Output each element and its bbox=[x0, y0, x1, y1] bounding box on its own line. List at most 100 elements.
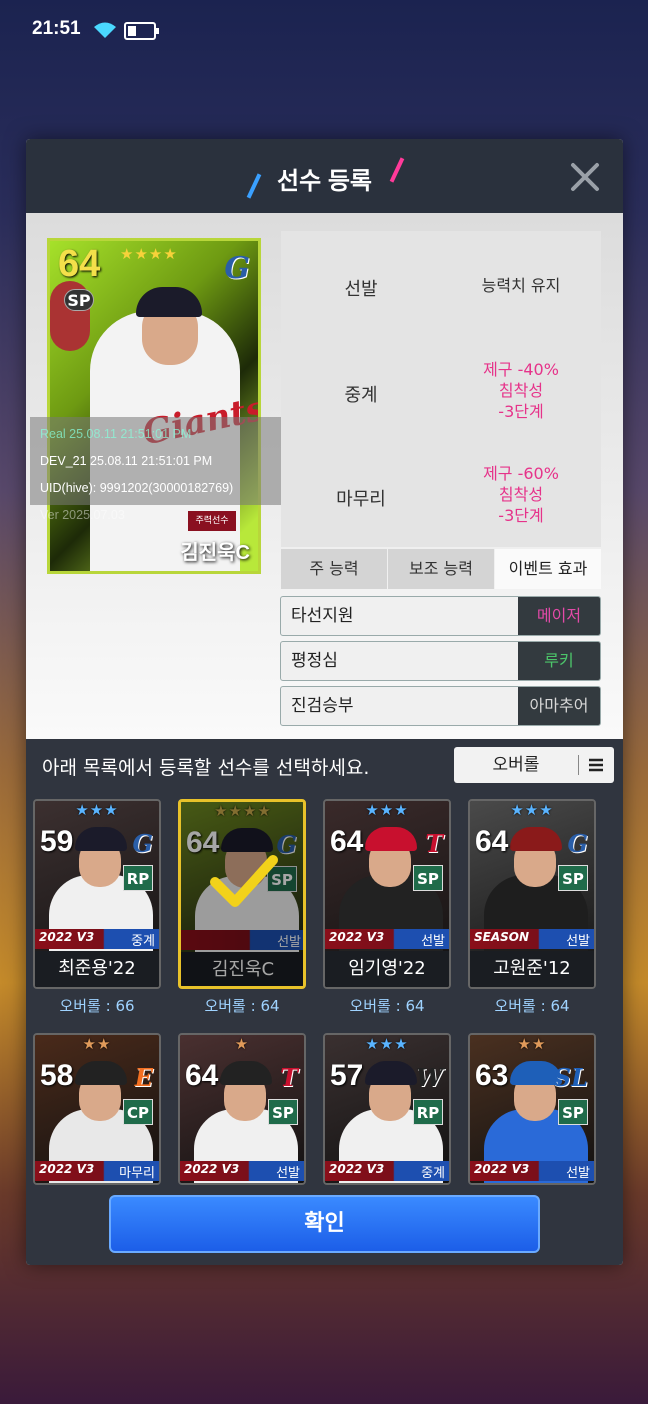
ability-role: 마무리 bbox=[336, 489, 386, 510]
instruction-text: 아래 목록에서 등록할 선수를 선택하세요. bbox=[42, 757, 370, 779]
player-card[interactable]: ★★★ 59 G RP 2022 V3 중계 최준용'22 bbox=[33, 799, 161, 989]
card-version-bar: 2022 V3 마무리 bbox=[35, 1161, 159, 1181]
player-cap bbox=[510, 827, 562, 851]
team-logo: SL bbox=[553, 1063, 588, 1092]
ability-effect: 제구 -40% 침착성 -3단계 bbox=[483, 360, 559, 421]
card-version: 2022 V3 bbox=[39, 1162, 95, 1176]
card-stars: ★★★ bbox=[365, 1035, 409, 1053]
sort-divider bbox=[578, 755, 579, 775]
player-select-area: 아래 목록에서 등록할 선수를 선택하세요. 오버롤 ★★★ 59 G RP 2022 … bbox=[26, 739, 623, 1265]
player-card[interactable]: ★ 64 T SP 2022 V3 선발 bbox=[178, 1033, 306, 1185]
card-version: 2022 V3 bbox=[329, 1162, 385, 1176]
team-logo: G bbox=[132, 829, 154, 858]
card-stars: ★★ bbox=[517, 1035, 547, 1053]
card-player-name: 임기영'22 bbox=[325, 951, 449, 987]
card-role: 중계 bbox=[131, 934, 155, 949]
menu-icon[interactable] bbox=[588, 757, 604, 773]
tab-event-effect[interactable]: 이벤트 효과 bbox=[495, 549, 601, 589]
clock: 21:51 bbox=[32, 18, 81, 39]
close-icon[interactable] bbox=[567, 159, 603, 195]
card-role: 중계 bbox=[421, 1166, 445, 1181]
card-version-bar: 2022 V3 선발 bbox=[470, 1161, 594, 1181]
card-stars: ★★★ bbox=[365, 801, 409, 819]
effect-name: 타선지원 bbox=[291, 606, 354, 626]
card-version-bar: 2022 V3 중계 bbox=[325, 1161, 449, 1181]
ability-effect: 능력치 유지 bbox=[481, 276, 561, 295]
player-card[interactable]: ★★ 63 SL SP 2022 V3 선발 bbox=[468, 1033, 596, 1185]
ability-role: 중계 bbox=[344, 385, 378, 406]
card-stars: ★ bbox=[234, 1035, 250, 1053]
card-stars: ★★★ bbox=[75, 801, 119, 819]
battery-icon bbox=[124, 22, 159, 40]
card-overall-label: 오버롤 : 64 bbox=[349, 997, 425, 1015]
player-card[interactable]: ★★★ 64 T SP 2022 V3 선발 임기영'22 bbox=[323, 799, 451, 989]
card-overall: 63 bbox=[475, 1059, 509, 1092]
debug-dev-time: DEV_21 25.08.11 21:51:01 PM bbox=[40, 454, 213, 468]
player-card[interactable]: ★★★ 57 W RP 2022 V3 중계 bbox=[323, 1033, 451, 1185]
check-icon bbox=[210, 855, 278, 907]
card-role: 마무리 bbox=[119, 1166, 155, 1181]
team-logo: G bbox=[567, 829, 589, 858]
confirm-button[interactable]: 확인 bbox=[109, 1195, 540, 1253]
card-overall: 57 bbox=[330, 1059, 364, 1092]
card-position: SP bbox=[268, 1099, 298, 1125]
card-role: 선발 bbox=[566, 934, 590, 949]
debug-real-time: Real 25.08.11 21:51:01 PM bbox=[40, 427, 192, 441]
team-logo: E bbox=[134, 1063, 153, 1092]
team-logo: G bbox=[224, 251, 250, 286]
effect-grade: 루키 bbox=[518, 642, 600, 680]
card-version-bar: 2022 V3 선발 bbox=[180, 1161, 304, 1181]
card-position: SP bbox=[413, 865, 443, 891]
effect-grade: 메이저 bbox=[518, 597, 600, 635]
card-role: 선발 bbox=[276, 1166, 300, 1181]
sort-label: 오버롤 bbox=[492, 755, 540, 775]
card-position: RP bbox=[413, 1099, 443, 1125]
card-position: SP bbox=[64, 289, 94, 311]
effect-name: 진검승부 bbox=[291, 696, 354, 716]
card-version: 2022 V3 bbox=[474, 1162, 530, 1176]
card-version: 2022 V3 bbox=[329, 930, 385, 944]
card-overall: 64 bbox=[58, 243, 101, 285]
tab-sub-ability[interactable]: 보조 능력 bbox=[388, 549, 494, 589]
debug-version: Ver 2025.07.03 bbox=[40, 508, 125, 522]
card-overall: 59 bbox=[40, 825, 74, 858]
wifi-icon bbox=[94, 22, 116, 38]
card-role: 선발 bbox=[566, 1166, 590, 1181]
card-overall-label: 오버롤 : 64 bbox=[204, 997, 280, 1015]
effect-grade: 아마추어 bbox=[518, 687, 600, 725]
card-position: CP bbox=[123, 1099, 153, 1125]
tab-main-ability[interactable]: 주 능력 bbox=[281, 549, 387, 589]
card-overall: 64 bbox=[330, 825, 364, 858]
register-player-modal: 선수 등록 Giants 64 SP ★★★★ G 주력선수 김진욱C Real… bbox=[26, 139, 623, 1265]
card-stars: ★★★ bbox=[510, 801, 554, 819]
card-version-bar: SEASON 선발 bbox=[470, 929, 594, 949]
status-bar: 21:51 bbox=[0, 0, 648, 62]
player-cap bbox=[365, 827, 417, 851]
ability-effect: 제구 -60% 침착성 -3단계 bbox=[483, 464, 559, 525]
effect-row: 타선지원 메이저 bbox=[280, 596, 601, 636]
player-card[interactable]: ★★★★ 64 G SP 선발 김진욱C bbox=[178, 799, 306, 989]
card-overall-label: 오버롤 : 64 bbox=[494, 997, 570, 1015]
card-role: 선발 bbox=[421, 934, 445, 949]
sort-dropdown[interactable]: 오버롤 bbox=[454, 747, 614, 783]
card-overall: 58 bbox=[40, 1059, 74, 1092]
player-card[interactable]: ★★ 58 E CP 2022 V3 마무리 bbox=[33, 1033, 161, 1185]
card-overall-label: 오버롤 : 66 bbox=[59, 997, 135, 1015]
team-logo: T bbox=[280, 1063, 298, 1092]
card-position: RP bbox=[123, 865, 153, 891]
card-stars: ★★ bbox=[82, 1035, 112, 1053]
card-version: 2022 V3 bbox=[184, 1162, 240, 1176]
card-version-bar: 2022 V3 선발 bbox=[325, 929, 449, 949]
player-detail-area: Giants 64 SP ★★★★ G 주력선수 김진욱C Real 25.08… bbox=[26, 213, 623, 739]
ability-table: 선발 능력치 유지 중계 제구 -40% 침착성 -3단계 마무리 제구 -60% 침… bbox=[281, 231, 601, 547]
card-overall: 64 bbox=[185, 1059, 219, 1092]
card-player-name: 고원준'12 bbox=[470, 951, 594, 987]
card-version: 2022 V3 bbox=[39, 930, 95, 944]
ability-tabs: 주 능력 보조 능력 이벤트 효과 bbox=[281, 549, 601, 589]
player-card[interactable]: ★★★ 64 G SP SEASON 선발 고원준'12 bbox=[468, 799, 596, 989]
card-version-bar: 2022 V3 중계 bbox=[35, 929, 159, 949]
modal-header: 선수 등록 bbox=[26, 139, 623, 213]
debug-uid: UID(hive): 9991202(30000182769) bbox=[40, 481, 234, 495]
card-player-name: 김진욱C bbox=[180, 542, 250, 564]
player-cap bbox=[75, 827, 127, 851]
